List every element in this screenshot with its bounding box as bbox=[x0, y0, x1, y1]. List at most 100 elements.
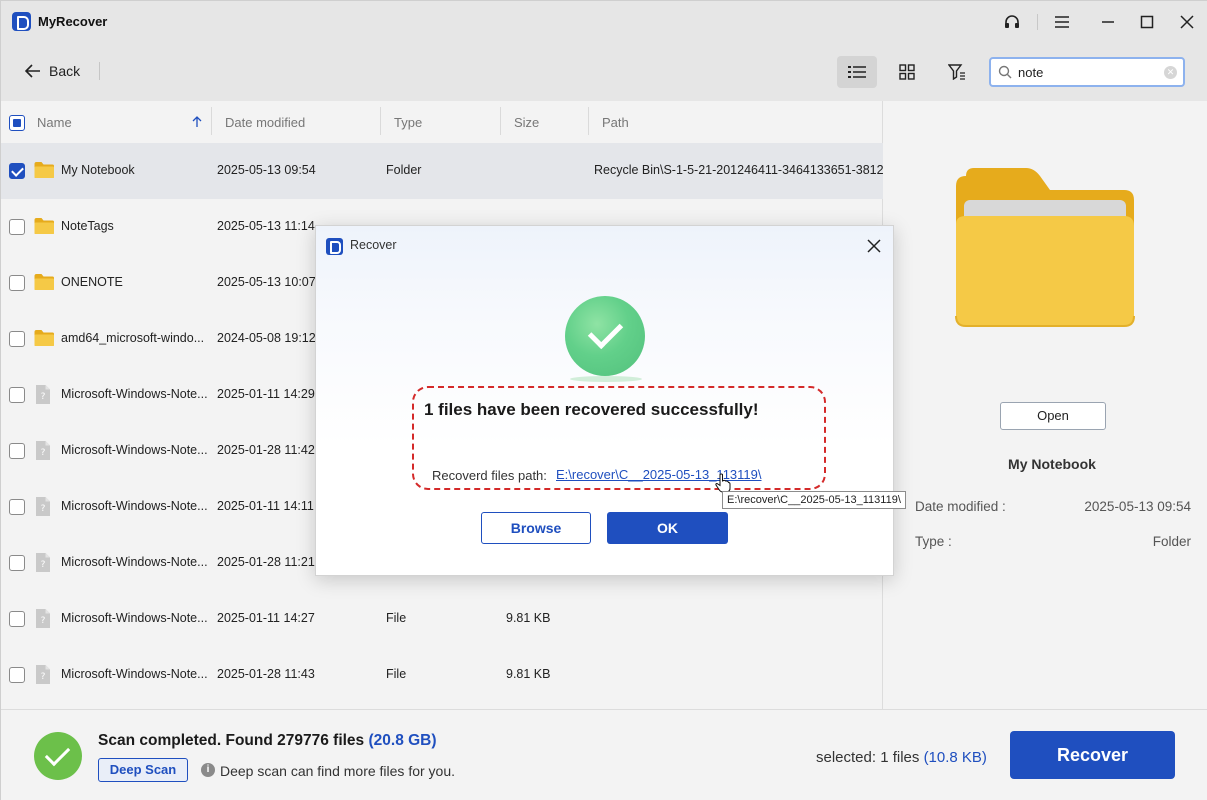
detail-date-label: Date modified : bbox=[915, 499, 1006, 514]
open-button[interactable]: Open bbox=[1000, 402, 1106, 430]
row-checkbox[interactable] bbox=[9, 163, 25, 179]
scan-status-text: Scan completed. Found 279776 files bbox=[98, 732, 365, 749]
row-checkbox[interactable] bbox=[9, 611, 25, 627]
column-header-path[interactable]: Path bbox=[602, 115, 629, 130]
arrow-left-icon bbox=[25, 64, 40, 78]
app-logo-icon bbox=[12, 12, 31, 31]
cell-date: 2025-01-11 14:11 bbox=[217, 499, 314, 513]
grid-view-button[interactable] bbox=[887, 56, 927, 88]
select-all-checkbox[interactable] bbox=[9, 115, 25, 131]
clear-search-icon[interactable]: ✕ bbox=[1164, 66, 1177, 79]
cell-date: 2025-01-28 11:42 bbox=[217, 443, 315, 457]
cell-name: My Notebook bbox=[61, 163, 135, 177]
file-icon: ? bbox=[35, 496, 51, 517]
hand-cursor-icon bbox=[715, 473, 731, 493]
cell-date: 2025-01-28 11:43 bbox=[217, 667, 315, 681]
row-checkbox[interactable] bbox=[9, 387, 25, 403]
folder-icon bbox=[33, 329, 55, 347]
cell-date: 2025-01-11 14:29 bbox=[217, 387, 315, 401]
dialog-title: Recover bbox=[350, 238, 397, 252]
column-separator[interactable] bbox=[588, 107, 589, 135]
row-checkbox[interactable] bbox=[9, 555, 25, 571]
recover-button[interactable]: Recover bbox=[1010, 731, 1175, 779]
deep-scan-button[interactable]: Deep Scan bbox=[98, 758, 188, 782]
cell-name: amd64_microsoft-windo... bbox=[61, 331, 205, 345]
cell-name: Microsoft-Windows-Note... bbox=[61, 667, 208, 681]
column-separator[interactable] bbox=[380, 107, 381, 135]
toolbar-separator bbox=[99, 62, 100, 80]
close-window-icon[interactable] bbox=[1172, 9, 1202, 35]
table-row[interactable]: ? Microsoft-Windows-Note... 2025-01-11 14:… bbox=[1, 591, 883, 647]
titlebar-separator bbox=[1037, 14, 1038, 30]
grid-view-icon bbox=[899, 64, 915, 80]
cell-date: 2024-05-08 19:12 bbox=[217, 331, 316, 345]
list-view-button[interactable] bbox=[837, 56, 877, 88]
deep-scan-hint: Deep scan can find more files for you. bbox=[220, 763, 456, 779]
list-header: Name Date modified Type Size Path bbox=[1, 101, 883, 143]
column-header-size[interactable]: Size bbox=[514, 115, 539, 130]
row-checkbox[interactable] bbox=[9, 667, 25, 683]
maximize-icon[interactable] bbox=[1132, 9, 1162, 35]
selected-count: selected: 1 files bbox=[816, 749, 920, 766]
browse-button[interactable]: Browse bbox=[481, 512, 591, 544]
back-button[interactable]: Back bbox=[25, 63, 80, 79]
cell-type: Folder bbox=[386, 163, 422, 177]
cell-name: Microsoft-Windows-Note... bbox=[61, 443, 208, 457]
column-separator[interactable] bbox=[211, 107, 212, 135]
cell-path: Recycle Bin\S-1-5-21-201246411-346413365… bbox=[594, 163, 901, 177]
filter-icon bbox=[948, 64, 965, 80]
info-icon: i bbox=[201, 763, 215, 777]
row-checkbox[interactable] bbox=[9, 219, 25, 235]
folder-icon bbox=[33, 217, 55, 235]
dialog-close-icon[interactable] bbox=[864, 236, 884, 256]
row-checkbox[interactable] bbox=[9, 331, 25, 347]
file-icon: ? bbox=[35, 440, 51, 461]
support-headset-icon[interactable] bbox=[997, 9, 1027, 35]
cell-date: 2025-05-13 09:54 bbox=[217, 163, 316, 177]
cell-date: 2025-05-13 11:14 bbox=[217, 219, 315, 233]
cell-name: Microsoft-Windows-Note... bbox=[61, 555, 208, 569]
ok-button[interactable]: OK bbox=[607, 512, 728, 544]
table-row[interactable]: My Notebook 2025-05-13 09:54 Folder Recycle… bbox=[1, 143, 901, 199]
path-tooltip: E:\recover\C__2025-05-13_113119\ bbox=[722, 491, 906, 509]
list-view-icon bbox=[848, 66, 866, 78]
svg-text:?: ? bbox=[41, 672, 46, 682]
column-header-type[interactable]: Type bbox=[394, 115, 422, 130]
svg-text:?: ? bbox=[41, 616, 46, 626]
minimize-icon[interactable] bbox=[1093, 9, 1123, 35]
filter-button[interactable] bbox=[937, 56, 977, 88]
row-checkbox[interactable] bbox=[9, 499, 25, 515]
sort-ascending-icon[interactable] bbox=[192, 116, 202, 128]
table-row[interactable]: ? Microsoft-Windows-Note... 2025-01-28 11:… bbox=[1, 647, 883, 703]
toolbar: Back ✕ bbox=[1, 43, 1207, 101]
app-window: MyRecover Back note ✕ Name Date modified… bbox=[0, 0, 1207, 800]
file-icon: ? bbox=[35, 384, 51, 405]
row-checkbox[interactable] bbox=[9, 275, 25, 291]
search-box: ✕ bbox=[989, 57, 1185, 87]
scan-complete-check-icon bbox=[34, 732, 82, 780]
svg-text:?: ? bbox=[41, 448, 46, 458]
column-separator[interactable] bbox=[500, 107, 501, 135]
cell-name: Microsoft-Windows-Note... bbox=[61, 611, 208, 625]
svg-text:?: ? bbox=[41, 560, 46, 570]
column-header-date[interactable]: Date modified bbox=[225, 115, 305, 130]
cell-name: Microsoft-Windows-Note... bbox=[61, 387, 208, 401]
detail-type-label: Type : bbox=[915, 534, 952, 549]
detail-date-value: 2025-05-13 09:54 bbox=[1084, 499, 1191, 514]
detail-file-name: My Notebook bbox=[1008, 456, 1096, 472]
status-bar: Scan completed. Found 279776 files (20.8… bbox=[1, 709, 1207, 800]
menu-icon[interactable] bbox=[1047, 9, 1077, 35]
cell-size: 9.81 KB bbox=[506, 611, 551, 625]
search-input[interactable] bbox=[1018, 63, 1158, 81]
search-icon bbox=[998, 65, 1012, 79]
selection-summary: selected: 1 files (10.8 KB) bbox=[816, 749, 987, 766]
row-checkbox[interactable] bbox=[9, 443, 25, 459]
file-icon: ? bbox=[35, 552, 51, 573]
column-header-name[interactable]: Name bbox=[37, 115, 72, 130]
recovered-path-label: Recoverd files path: bbox=[432, 468, 547, 483]
detail-type-value: Folder bbox=[1152, 534, 1191, 549]
svg-text:?: ? bbox=[41, 504, 46, 514]
cell-name: Microsoft-Windows-Note... bbox=[61, 499, 208, 513]
app-title: MyRecover bbox=[38, 14, 108, 29]
success-check-icon bbox=[565, 296, 645, 376]
